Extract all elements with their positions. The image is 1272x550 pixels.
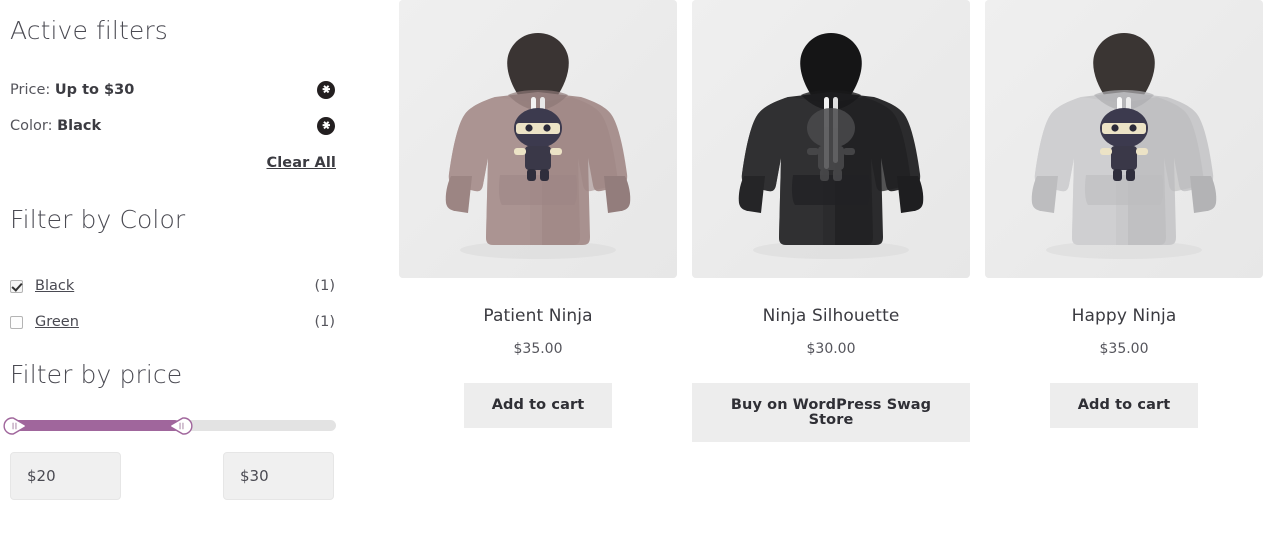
active-filter-label: Color: (10, 118, 53, 134)
product-image-patient-ninja[interactable] (399, 0, 677, 278)
color-option-label[interactable]: Black (35, 278, 74, 294)
product-title: Patient Ninja (483, 306, 593, 326)
active-filter-value: Black (57, 118, 102, 134)
color-filter-list: Black (1) Green (1) (10, 268, 336, 340)
product-card: Ninja Silhouette $30.00 Buy on WordPress… (692, 0, 970, 442)
add-to-cart-button[interactable]: Add to cart (463, 383, 613, 428)
slider-selected-range (10, 420, 180, 431)
product-price: $30.00 (806, 341, 856, 357)
buy-external-button[interactable]: Buy on WordPress Swag Store (692, 383, 970, 442)
active-filter-label: Price: (10, 82, 51, 98)
active-filter-value: Up to $30 (54, 82, 135, 98)
price-range-slider[interactable] (3, 414, 336, 438)
product-price: $35.00 (1099, 341, 1149, 357)
clear-all-container: Clear All (10, 152, 336, 171)
active-filters-list: Price: Up to $30 Color: Black (10, 79, 336, 151)
filters-sidebar: Active filters Price: Up to $30 Color: B… (0, 0, 360, 550)
active-filter-row: Color: Black (10, 115, 336, 151)
add-to-cart-button[interactable]: Add to cart (1049, 383, 1199, 428)
close-circle-icon[interactable] (317, 81, 335, 99)
slider-handle-max[interactable] (169, 414, 193, 438)
color-option-count: (1) (314, 278, 335, 294)
checkbox-green[interactable] (10, 315, 23, 329)
close-circle-icon[interactable] (317, 117, 335, 135)
clear-all-link[interactable]: Clear All (267, 155, 337, 171)
product-card: Happy Ninja $35.00 Add to cart (985, 0, 1263, 428)
product-title: Ninja Silhouette (762, 306, 900, 326)
product-card: Patient Ninja $35.00 Add to cart (399, 0, 677, 428)
color-option-count: (1) (314, 314, 335, 330)
price-max-input[interactable] (223, 452, 334, 500)
product-action-container: Add to cart (985, 383, 1263, 428)
product-image-ninja-silhouette[interactable] (692, 0, 970, 278)
product-title: Happy Ninja (1071, 306, 1177, 326)
checkbox-black[interactable] (10, 279, 23, 293)
product-grid: Patient Ninja $35.00 Add to cart Ninja S… (399, 0, 1272, 550)
filter-by-price-title: Filter by price (10, 360, 183, 389)
active-filter-row: Price: Up to $30 (10, 79, 336, 115)
color-filter-option-black[interactable]: Black (1) (10, 268, 336, 304)
price-min-input[interactable] (10, 452, 121, 500)
color-filter-option-green[interactable]: Green (1) (10, 304, 336, 340)
filter-by-color-title: Filter by Color (10, 205, 186, 234)
shop-page: Active filters Price: Up to $30 Color: B… (0, 0, 1272, 550)
color-option-label[interactable]: Green (35, 314, 79, 330)
product-price: $35.00 (513, 341, 563, 357)
product-action-container: Buy on WordPress Swag Store (692, 383, 970, 442)
active-filters-title: Active filters (10, 16, 168, 45)
product-image-happy-ninja[interactable] (985, 0, 1263, 278)
slider-handle-min[interactable] (3, 414, 27, 438)
product-action-container: Add to cart (399, 383, 677, 428)
